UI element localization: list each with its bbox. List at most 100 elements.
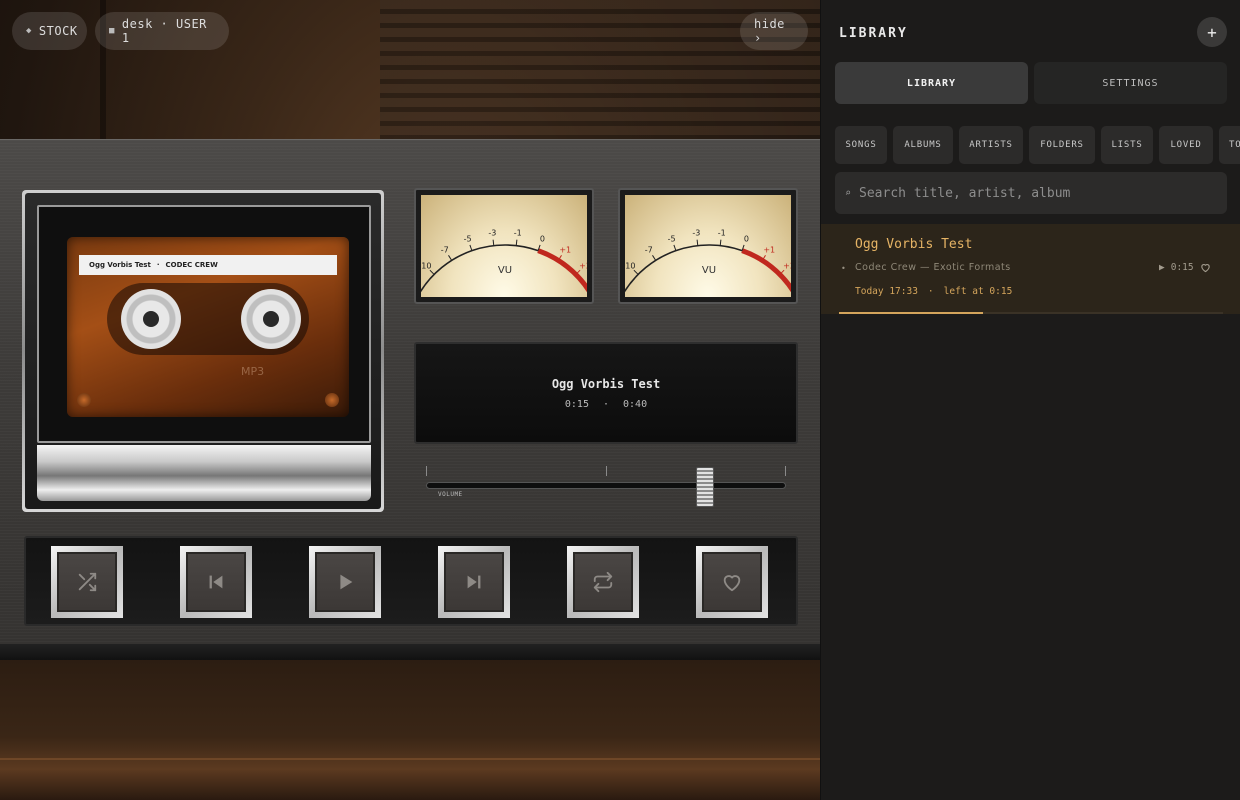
cassette-label-artist: CODEC CREW (165, 261, 218, 269)
vu-tick (673, 244, 677, 251)
cassette-bay[interactable]: Ogg Vorbis Test · CODEC CREW MP3 (22, 190, 384, 512)
vu-dial-left: -20-10-7-5-3-10+1+2+3VU (421, 229, 587, 293)
vu-face-right: -20-10-7-5-3-10+1+2+3VU (625, 195, 791, 297)
vu-scale-label: -10 (421, 261, 431, 270)
cassette-tape: Ogg Vorbis Test · CODEC CREW MP3 (67, 237, 349, 417)
cassette-label: Ogg Vorbis Test · CODEC CREW (79, 255, 337, 275)
vu-scale-label: -1 (514, 229, 522, 238)
skip-back-icon (209, 575, 223, 589)
vu-scale-label: -3 (692, 229, 700, 238)
tab-library[interactable]: LIBRARY (835, 62, 1028, 104)
desk-user-button[interactable]: ■ desk · USER 1 (95, 12, 229, 50)
cassette-label-title: Ogg Vorbis Test (89, 261, 151, 269)
vu-scale-arc (421, 244, 539, 293)
bullet-icon: • (841, 264, 846, 273)
hide-button[interactable]: hide › (740, 12, 808, 50)
vu-tick (633, 269, 639, 275)
play-button[interactable] (309, 546, 381, 618)
eject-lip[interactable] (37, 445, 371, 501)
previous-button-cap (186, 552, 246, 612)
vu-meter-right: -20-10-7-5-3-10+1+2+3VU (618, 188, 798, 304)
song-timestamp: Today 17:33 (855, 286, 918, 297)
transport-controls (24, 536, 798, 626)
vu-scale-label: -3 (488, 229, 496, 238)
skip-forward-icon (467, 575, 481, 589)
volume-tick (606, 466, 607, 476)
filter-top[interactable]: TOP (1219, 126, 1240, 164)
filter-chips: SONGS ALBUMS ARTISTS FOLDERS LISTS LOVED… (835, 126, 1240, 164)
song-list-item[interactable]: Ogg Vorbis Test • Codec Crew — Exotic Fo… (821, 224, 1240, 314)
song-meta: Codec Crew — Exotic Formats (855, 262, 1011, 273)
square-icon: ■ (109, 26, 115, 36)
display-track-title: Ogg Vorbis Test (551, 376, 661, 391)
vu-tick (469, 244, 473, 251)
vu-dial-right: -20-10-7-5-3-10+1+2+3VU (625, 229, 791, 293)
song-duration-value: 0:15 (1170, 262, 1194, 273)
time-separator: · (602, 398, 610, 410)
vu-scale-arc (625, 244, 743, 293)
floor-line (0, 758, 820, 760)
repeat-button-cap (573, 552, 633, 612)
song-left-at: left at 0:15 (943, 286, 1013, 297)
repeat-icon (593, 571, 613, 593)
search-input[interactable] (859, 185, 1200, 201)
previous-button[interactable] (180, 546, 252, 618)
next-button[interactable] (438, 546, 510, 618)
vu-scale-label: +2 (783, 261, 791, 270)
floor (0, 660, 820, 800)
vu-face-left: -20-10-7-5-3-10+1+2+3VU (421, 195, 587, 297)
cassette-label-sep: · (156, 261, 160, 269)
vu-tick (515, 239, 518, 246)
vu-scale-label: 0 (744, 234, 749, 243)
volume-tick (785, 466, 786, 476)
total-time: 0:40 (623, 398, 648, 410)
heart-icon (723, 575, 741, 592)
diamond-icon: ◆ (26, 26, 32, 36)
vu-scale-label: -10 (625, 261, 635, 270)
vu-tick (719, 239, 722, 246)
filter-songs[interactable]: SONGS (835, 126, 887, 164)
volume-knob[interactable] (696, 467, 715, 507)
next-button-cap (444, 552, 504, 612)
vu-scale-label: +1 (559, 245, 571, 254)
vu-tick (429, 269, 435, 275)
filter-folders[interactable]: FOLDERS (1029, 126, 1095, 164)
cassette-format-label: MP3 (241, 365, 265, 378)
heart-icon[interactable] (1200, 262, 1211, 273)
screw-left (77, 393, 91, 407)
hide-label: hide › (754, 17, 785, 45)
volume-label: VOLUME (438, 491, 463, 498)
search-icon: ⌕ (845, 187, 852, 199)
repeat-button[interactable] (567, 546, 639, 618)
filter-lists[interactable]: LISTS (1101, 126, 1153, 164)
love-button-cap (702, 552, 762, 612)
vu-tick (696, 239, 699, 246)
cassette-window: Ogg Vorbis Test · CODEC CREW MP3 (37, 205, 371, 443)
filter-loved[interactable]: LOVED (1159, 126, 1213, 164)
volume-tick (426, 466, 427, 476)
shuffle-icon (78, 572, 97, 592)
tab-settings[interactable]: SETTINGS (1034, 62, 1227, 104)
stock-button[interactable]: ◆ STOCK (12, 12, 87, 50)
shuffle-button[interactable] (51, 546, 123, 618)
library-sidebar: LIBRARY + LIBRARY SETTINGS SONGS ALBUMS … (820, 0, 1240, 800)
volume-track[interactable] (426, 482, 786, 489)
volume-slider[interactable]: VOLUME (424, 466, 788, 510)
room-background: ◆ STOCK ■ desk · USER 1 hide › Ogg Vorbi… (0, 0, 820, 800)
filter-artists[interactable]: ARTISTS (959, 126, 1023, 164)
vu-tick (448, 255, 453, 261)
love-button[interactable] (696, 546, 768, 618)
vu-scale-label: -5 (668, 234, 676, 243)
desk-user-label: desk · USER 1 (121, 17, 207, 45)
add-button[interactable]: + (1197, 17, 1227, 47)
play-icon (340, 574, 353, 590)
vu-tick (492, 239, 495, 246)
vu-scale-label: +2 (579, 261, 587, 270)
vu-tick (652, 255, 657, 261)
filter-albums[interactable]: ALBUMS (893, 126, 953, 164)
left-reel (121, 289, 181, 349)
vu-scale-label: +1 (763, 245, 775, 254)
song-duration: ▶ 0:15 (1159, 262, 1211, 273)
play-small-icon[interactable]: ▶ (1159, 262, 1165, 273)
vu-meter-left: -20-10-7-5-3-10+1+2+3VU (414, 188, 594, 304)
